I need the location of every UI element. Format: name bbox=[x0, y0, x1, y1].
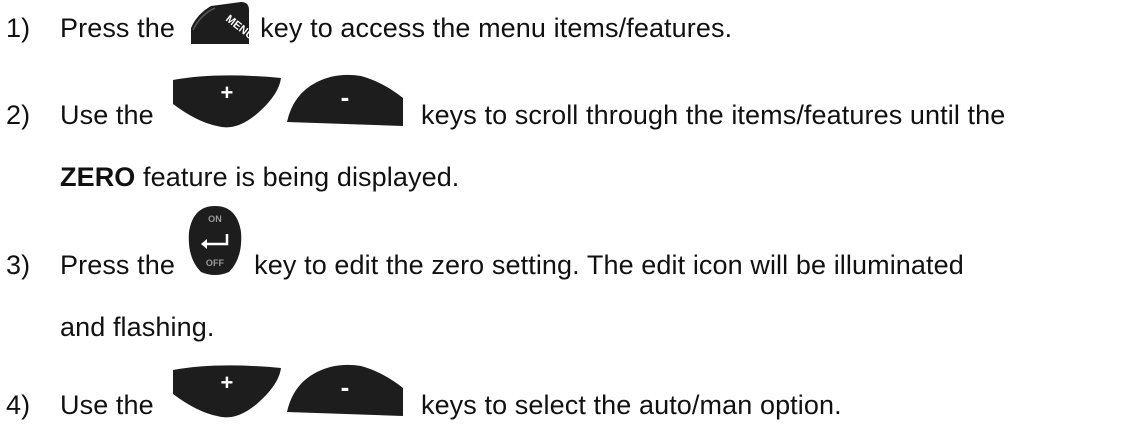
step-text-post: keys to scroll through the items/feature… bbox=[420, 100, 1006, 130]
plus-key-icon: + bbox=[173, 365, 282, 418]
plus-key-icon: + bbox=[173, 75, 282, 128]
step-2: 2) Use the + - keys to scroll through the… bbox=[0, 74, 1006, 134]
minus-key-label: - bbox=[341, 372, 350, 402]
step-number: 1) bbox=[6, 13, 31, 43]
step-text-pre: Press the bbox=[60, 13, 175, 43]
step-text-cont: feature is being displayed. bbox=[135, 162, 460, 192]
step-2-continuation: ZERO feature is being displayed. bbox=[0, 161, 459, 193]
step-3-continuation: and flashing. bbox=[0, 311, 214, 343]
plus-minus-keys: + - bbox=[167, 360, 407, 424]
step-text-pre: Use the bbox=[60, 100, 154, 130]
step-text-pre: Press the bbox=[60, 250, 175, 280]
minus-key-icon: - bbox=[287, 364, 404, 416]
step-number: 2) bbox=[6, 100, 31, 130]
step-text-post: key to access the menu items/features. bbox=[260, 13, 733, 43]
minus-key-label: - bbox=[341, 82, 350, 112]
plus-key-label: + bbox=[221, 370, 234, 395]
step-text-post: key to edit the zero setting. The edit i… bbox=[254, 250, 964, 280]
zero-feature-label: ZERO bbox=[60, 162, 136, 192]
enter-key-icon: ON OFF bbox=[185, 202, 245, 280]
off-label: OFF bbox=[205, 258, 224, 268]
step-text-pre: Use the bbox=[60, 390, 154, 420]
step-4: 4) Use the + - keys to select the auto/ma… bbox=[0, 364, 842, 424]
plus-key-label: + bbox=[221, 80, 234, 105]
step-text-cont: and flashing. bbox=[60, 312, 215, 342]
step-number: 3) bbox=[6, 250, 31, 280]
step-text-post: keys to select the auto/man option. bbox=[420, 390, 842, 420]
step-1: 1) Press the MENU key to access the menu … bbox=[0, 1, 733, 46]
minus-key-icon: - bbox=[287, 74, 404, 126]
step-3: 3) Press the ON OFF key to edit the zero … bbox=[0, 205, 964, 281]
on-label: ON bbox=[208, 214, 222, 224]
step-number: 4) bbox=[6, 390, 31, 420]
plus-minus-keys: + - bbox=[167, 70, 407, 134]
menu-key-icon: MENU bbox=[185, 0, 256, 46]
